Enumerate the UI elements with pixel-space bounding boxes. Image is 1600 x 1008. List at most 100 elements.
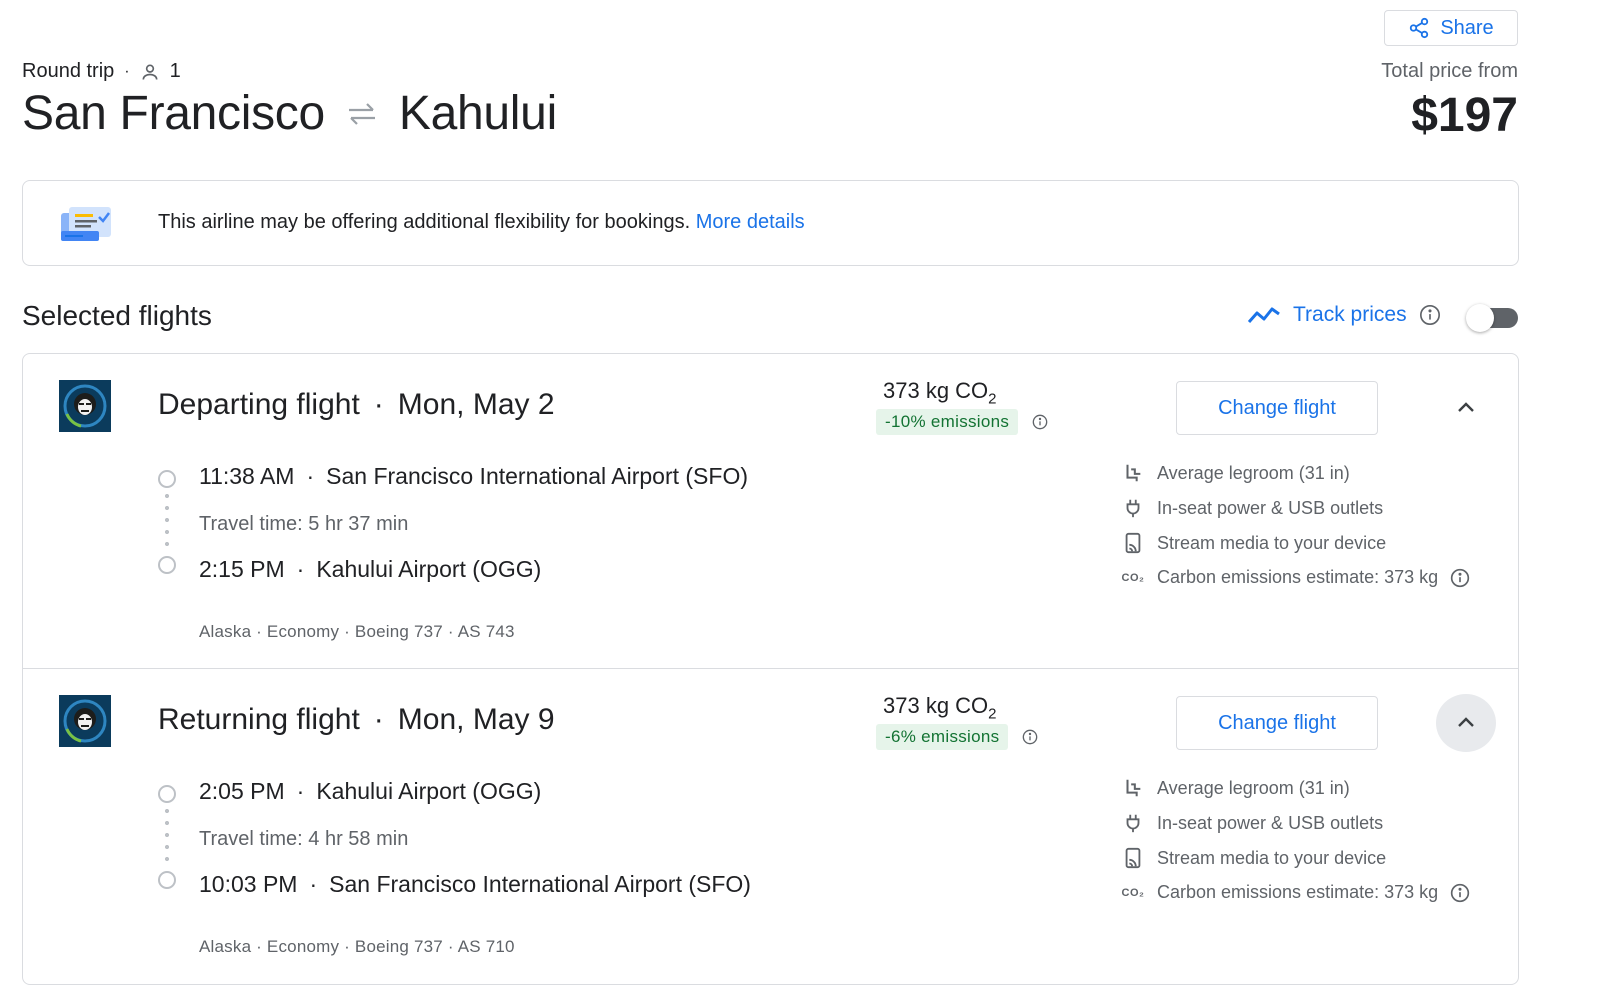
arrival-time: 10:03 PM <box>199 871 298 897</box>
trip-meta: Round trip · 1 <box>22 60 181 83</box>
amenity-text: In-seat power & USB outlets <box>1157 497 1384 518</box>
emissions-badge: -10% emissions <box>876 409 1019 435</box>
flight-details: Alaska · Economy · Boeing 737 · AS 710 <box>199 937 515 956</box>
itinerary-timeline <box>158 783 182 893</box>
departure-stop: 11:38 AM · San Francisco International A… <box>199 463 748 490</box>
route-title: San Francisco Kahului <box>22 86 557 141</box>
booking-flex-icon <box>61 207 111 241</box>
stream-icon <box>1121 532 1145 554</box>
chevron-up-icon <box>1458 717 1474 727</box>
swap-arrows-icon <box>348 102 375 125</box>
total-price: $197 <box>1411 89 1518 142</box>
departure-marker <box>158 785 176 803</box>
info-icon[interactable] <box>1032 414 1048 430</box>
timeline-dots <box>165 805 169 867</box>
alaska-airlines-logo <box>59 695 111 747</box>
co2-subscript: 2 <box>988 705 997 723</box>
amenity-text: Carbon emissions estimate: 373 kg <box>1157 882 1439 902</box>
departure-airport: San Francisco International Airport (SFO… <box>326 463 748 489</box>
more-details-link[interactable]: More details <box>696 211 805 233</box>
amenity-stream: Stream media to your device <box>1121 847 1386 869</box>
info-icon[interactable] <box>1450 883 1470 903</box>
emissions-badge: -6% emissions <box>876 724 1009 750</box>
flight-date: Mon, May 9 <box>397 703 555 736</box>
track-prices[interactable]: Track prices <box>1247 303 1441 327</box>
share-icon <box>1410 17 1429 39</box>
power-icon <box>1121 812 1145 834</box>
separator-dot: · <box>373 388 384 421</box>
arrival-airport: San Francisco International Airport (SFO… <box>329 871 751 897</box>
emissions-row: -6% emissions <box>876 724 1038 750</box>
flight-title: Returning flight · Mon, May 9 <box>158 703 555 737</box>
arrival-marker <box>158 556 176 574</box>
track-prices-label: Track prices <box>1293 303 1407 326</box>
amenity-text: Stream media to your device <box>1157 532 1387 553</box>
arrival-marker <box>158 871 176 889</box>
travel-time: Travel time: 5 hr 37 min <box>199 513 409 535</box>
timeline-dots <box>165 490 169 552</box>
arrival-stop: 2:15 PM · Kahului Airport (OGG) <box>199 556 541 583</box>
co2-value: 373 kg CO <box>883 378 989 403</box>
legroom-icon <box>1121 777 1145 799</box>
stream-icon <box>1121 847 1145 869</box>
arrival-airport: Kahului Airport (OGG) <box>316 556 542 582</box>
legroom-icon <box>1121 462 1145 484</box>
departing-flight-segment: Departing flight · Mon, May 2 373 kg CO2… <box>23 354 1518 668</box>
change-flight-button[interactable]: Change flight <box>1176 696 1378 750</box>
trip-type: Round trip <box>22 60 115 82</box>
amenity-text: Average legroom (31 in) <box>1157 777 1350 798</box>
returning-flight-segment: Returning flight · Mon, May 9 373 kg CO2… <box>23 669 1518 983</box>
power-icon <box>1121 497 1145 519</box>
track-prices-toggle[interactable] <box>1466 303 1520 333</box>
flight-direction: Returning flight <box>158 703 360 736</box>
selected-flights-card: Departing flight · Mon, May 2 373 kg CO2… <box>22 353 1519 985</box>
share-button[interactable]: Share <box>1384 10 1518 46</box>
banner-message: This airline may be offering additional … <box>158 211 691 233</box>
amenity-stream: Stream media to your device <box>1121 532 1386 554</box>
alaska-airlines-logo <box>59 380 111 432</box>
amenity-legroom: Average legroom (31 in) <box>1121 777 1350 799</box>
info-icon[interactable] <box>1450 568 1470 588</box>
passenger-icon <box>142 64 158 80</box>
trending-icon <box>1247 307 1280 323</box>
flight-direction: Departing flight <box>158 388 360 421</box>
banner-text: This airline may be offering additional … <box>158 211 805 234</box>
flight-date: Mon, May 2 <box>397 388 555 421</box>
emissions-row: -10% emissions <box>876 409 1048 435</box>
departure-marker <box>158 470 176 488</box>
separator-dot: · <box>306 463 315 489</box>
destination-city: Kahului <box>398 87 557 140</box>
departure-airport: Kahului Airport (OGG) <box>316 778 542 804</box>
co2-amount: 373 kg CO2 <box>883 693 997 722</box>
co2-icon: CO₂ <box>1121 886 1145 899</box>
flight-details: Alaska · Economy · Boeing 737 · AS 743 <box>199 622 515 641</box>
flight-title: Departing flight · Mon, May 2 <box>158 388 555 422</box>
arrival-time: 2:15 PM <box>199 556 285 582</box>
info-icon[interactable] <box>1419 304 1441 326</box>
amenity-legroom: Average legroom (31 in) <box>1121 462 1350 484</box>
separator-dot: · <box>309 871 318 897</box>
collapse-button[interactable] <box>1436 379 1496 437</box>
co2-amount: 373 kg CO2 <box>883 378 997 407</box>
collapse-button[interactable] <box>1436 694 1496 752</box>
arrival-stop: 10:03 PM · San Francisco International A… <box>199 871 751 898</box>
toggle-knob <box>1466 304 1494 332</box>
selected-flights-heading: Selected flights <box>22 300 212 331</box>
passenger-count: 1 <box>169 60 181 82</box>
itinerary-timeline <box>158 468 182 578</box>
separator-dot: · <box>373 703 384 736</box>
separator-dot: · <box>296 778 305 804</box>
change-flight-button[interactable]: Change flight <box>1176 381 1378 435</box>
amenity-text: Stream media to your device <box>1157 847 1387 868</box>
co2-icon: CO₂ <box>1121 571 1145 584</box>
amenity-text: Carbon emissions estimate: 373 kg <box>1157 567 1439 587</box>
amenity-power: In-seat power & USB outlets <box>1121 812 1383 834</box>
co2-subscript: 2 <box>988 390 997 408</box>
amenity-co2: CO₂ Carbon emissions estimate: 373 kg <box>1121 882 1470 903</box>
co2-value: 373 kg CO <box>883 693 989 718</box>
separator-dot: · <box>296 556 305 582</box>
departure-stop: 2:05 PM · Kahului Airport (OGG) <box>199 778 541 805</box>
departure-time: 2:05 PM <box>199 778 285 804</box>
total-price-label: Total price from <box>1381 60 1518 82</box>
info-icon[interactable] <box>1022 729 1038 745</box>
